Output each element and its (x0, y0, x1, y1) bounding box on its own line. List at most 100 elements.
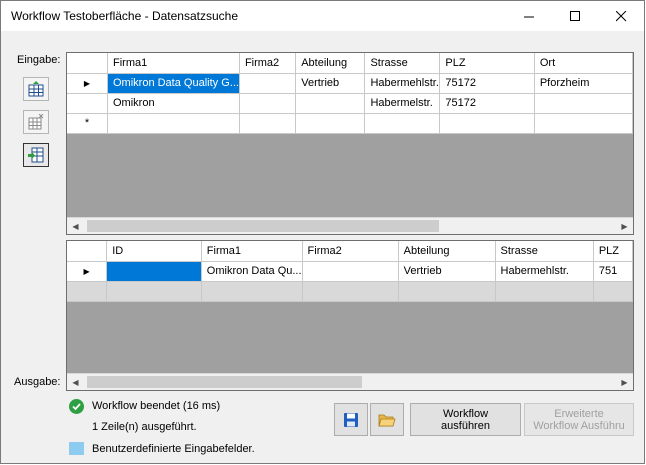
table-cell[interactable]: Omikron (107, 93, 240, 114)
legend-color-swatch (69, 442, 84, 455)
save-icon (344, 412, 358, 427)
table-cell[interactable]: 75172 (439, 73, 535, 94)
column-header[interactable]: Strasse (495, 241, 594, 262)
column-header[interactable]: ID (106, 241, 202, 262)
table-cell[interactable]: Omikron Data Quality G... (107, 73, 240, 94)
app-window: Workflow Testoberfläche - Datensatzsuche… (0, 0, 645, 464)
save-button[interactable] (334, 403, 368, 436)
table-cell (302, 281, 399, 302)
table-cell[interactable] (295, 113, 366, 134)
input-grid[interactable]: Firma1 Firma2 Abteilung Strasse PLZ Ort … (66, 52, 634, 235)
run-workflow-label-line1: Workflow (442, 407, 489, 420)
table-cell[interactable] (239, 93, 297, 114)
new-row-marker[interactable]: * (67, 113, 108, 134)
table-cell[interactable] (106, 261, 202, 282)
grid-add-icon (28, 81, 44, 97)
scroll-thumb[interactable] (87, 376, 362, 388)
table-cell[interactable] (302, 261, 399, 282)
title-bar: Workflow Testoberfläche - Datensatzsuche (1, 1, 644, 31)
table-cell[interactable]: 751 (593, 261, 633, 282)
table-cell[interactable]: Habermelstr. (364, 93, 441, 114)
rows-executed-text: 1 Zeile(n) ausgeführt. (92, 421, 197, 433)
extended-workflow-label-line1: Erweiterte (554, 407, 604, 420)
table-cell[interactable]: Pforzheim (534, 73, 633, 94)
column-header[interactable]: Firma1 (201, 241, 303, 262)
column-header[interactable]: PLZ (593, 241, 633, 262)
legend-text: Benutzerdefinierte Eingabefelder. (92, 443, 255, 455)
table-cell[interactable] (534, 93, 633, 114)
table-cell[interactable]: Habermehlstr. (495, 261, 594, 282)
column-header[interactable]: Strasse (364, 53, 441, 74)
table-cell[interactable]: Habermehlstr. (364, 73, 441, 94)
table-cell (495, 281, 594, 302)
row-selector-current[interactable]: ▶ (67, 261, 108, 282)
open-button[interactable] (370, 403, 404, 436)
input-header-row: Firma1 Firma2 Abteilung Strasse PLZ Ort (67, 53, 633, 74)
table-cell[interactable] (239, 113, 297, 134)
scroll-left-arrow-icon[interactable]: ◀ (67, 218, 84, 234)
row-selector[interactable] (67, 281, 108, 302)
close-icon (615, 10, 626, 21)
remove-row-button[interactable] (23, 110, 49, 134)
table-row-empty[interactable] (67, 281, 633, 302)
scroll-right-arrow-icon[interactable]: ▶ (616, 374, 633, 390)
table-cell[interactable]: Vertrieb (295, 73, 366, 94)
table-cell[interactable] (239, 73, 297, 94)
table-cell (106, 281, 202, 302)
run-workflow-label-line2: ausführen (441, 419, 490, 432)
scroll-left-arrow-icon[interactable]: ◀ (67, 374, 84, 390)
table-cell[interactable] (295, 93, 366, 114)
add-row-button[interactable] (23, 77, 49, 101)
table-cell[interactable]: Vertrieb (398, 261, 496, 282)
row-selector[interactable] (67, 93, 108, 114)
output-corner-header (67, 241, 108, 262)
new-row[interactable]: * (67, 113, 633, 134)
column-header[interactable]: Firma1 (107, 53, 240, 74)
input-corner-header (67, 53, 108, 74)
column-header[interactable]: Abteilung (398, 241, 496, 262)
maximize-icon (569, 10, 580, 21)
table-cell[interactable]: Omikron Data Qu... (201, 261, 303, 282)
output-table: ID Firma1 Firma2 Abteilung Strasse PLZ ▶… (67, 241, 633, 302)
table-row[interactable]: ▶ Omikron Data Qu... Vertrieb Habermehls… (67, 261, 633, 282)
table-cell[interactable] (107, 113, 240, 134)
status-message: Workflow beendet (16 ms) (92, 400, 221, 412)
window-title: Workflow Testoberfläche - Datensatzsuche (11, 9, 238, 23)
maximize-button[interactable] (552, 1, 598, 31)
scroll-right-arrow-icon[interactable]: ▶ (616, 218, 633, 234)
output-header-row: ID Firma1 Firma2 Abteilung Strasse PLZ (67, 241, 633, 262)
column-header[interactable]: Abteilung (295, 53, 366, 74)
table-cell[interactable]: 75172 (439, 93, 535, 114)
table-cell[interactable] (534, 113, 633, 134)
column-header[interactable]: Firma2 (302, 241, 399, 262)
run-workflow-button[interactable]: Workflow ausführen (410, 403, 521, 436)
table-cell (201, 281, 303, 302)
import-button[interactable] (23, 143, 49, 167)
column-header[interactable]: PLZ (439, 53, 535, 74)
input-label: Eingabe: (17, 54, 61, 66)
table-cell[interactable] (439, 113, 535, 134)
close-button[interactable] (598, 1, 644, 31)
column-header[interactable]: Firma2 (239, 53, 297, 74)
table-cell (398, 281, 496, 302)
grid-remove-icon (28, 114, 44, 130)
output-horizontal-scrollbar[interactable]: ◀ ▶ (67, 373, 633, 390)
minimize-icon (523, 16, 534, 17)
table-cell (593, 281, 633, 302)
column-header[interactable]: Ort (534, 53, 633, 74)
table-cell[interactable] (364, 113, 441, 134)
output-grid[interactable]: ID Firma1 Firma2 Abteilung Strasse PLZ ▶… (66, 240, 634, 391)
scroll-thumb[interactable] (87, 220, 439, 232)
table-row[interactable]: Omikron Habermelstr. 75172 (67, 93, 633, 114)
output-label: Ausgabe: (14, 376, 61, 388)
import-icon (28, 147, 44, 163)
table-row[interactable]: ▶ Omikron Data Quality G... Vertrieb Hab… (67, 73, 633, 94)
row-selector-current[interactable]: ▶ (67, 73, 108, 94)
success-icon (69, 399, 84, 414)
minimize-button[interactable] (506, 1, 552, 31)
input-horizontal-scrollbar[interactable]: ◀ ▶ (67, 217, 633, 234)
open-folder-icon (378, 414, 396, 426)
input-table: Firma1 Firma2 Abteilung Strasse PLZ Ort … (67, 53, 633, 134)
extended-workflow-button[interactable]: Erweiterte Workflow Ausführu (524, 403, 634, 436)
extended-workflow-label-line2: Workflow Ausführu (533, 419, 625, 432)
